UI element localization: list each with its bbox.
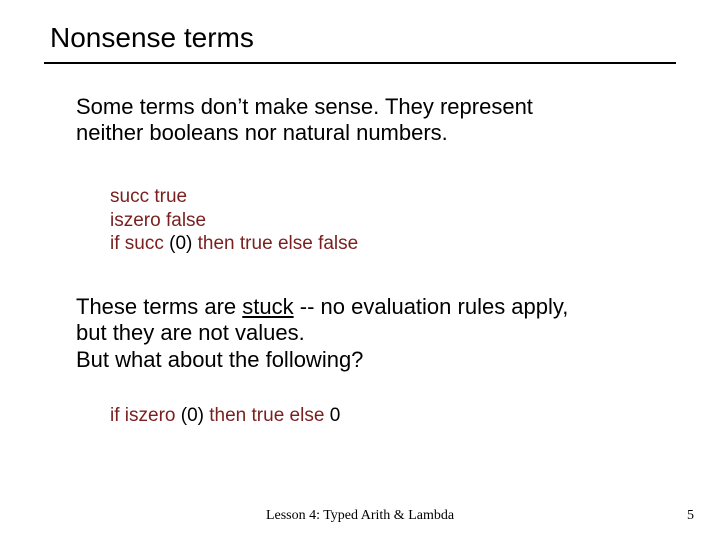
kw-true: true — [154, 186, 187, 207]
para-1-line-1: Some terms don’t make sense. They repres… — [76, 94, 533, 119]
para-2-line-3: But what about the following? — [76, 347, 363, 372]
kw-else: else — [278, 233, 313, 254]
slide: Nonsense terms Some terms don’t make sen… — [0, 0, 720, 540]
slide-title: Nonsense terms — [50, 22, 254, 54]
kw-false: false — [166, 210, 206, 231]
txt-zero: 0 — [330, 405, 341, 426]
title-rule — [44, 62, 676, 64]
footer-page-number: 5 — [687, 508, 694, 524]
kw-true-2: true — [240, 233, 273, 254]
code-line-2: iszero false — [110, 209, 666, 233]
code2-line-1: if iszero (0) then true else 0 — [110, 405, 666, 428]
kw-false-2: false — [318, 233, 358, 254]
kw-if-2: if — [110, 405, 120, 426]
para-2-line-2: but they are not values. — [76, 320, 305, 345]
kw-else-2: else — [290, 405, 325, 426]
para-1: Some terms don’t make sense. They repres… — [76, 94, 666, 147]
kw-if: if — [110, 233, 120, 254]
kw-then: then — [198, 233, 235, 254]
word-stuck: stuck — [242, 294, 293, 319]
para-2-line-1-post: -- no evaluation rules apply, — [294, 294, 569, 319]
code-block-1: succ true iszero false if succ (0) then … — [110, 185, 666, 256]
txt-zero-paren-2: (0) — [181, 405, 210, 426]
code-line-3: if succ (0) then true else false — [110, 232, 666, 256]
code-line-1: succ true — [110, 185, 666, 209]
txt-zero-paren: (0) — [169, 233, 198, 254]
para-1-line-2: neither booleans nor natural numbers. — [76, 120, 448, 145]
kw-then-2: then — [209, 405, 246, 426]
kw-iszero: iszero — [110, 210, 161, 231]
footer-lesson: Lesson 4: Typed Arith & Lambda — [0, 508, 720, 524]
kw-succ: succ — [110, 186, 149, 207]
code-block-2: if iszero (0) then true else 0 — [110, 405, 666, 428]
kw-iszero-2: iszero — [125, 405, 176, 426]
para-2-line-1-pre: These terms are — [76, 294, 242, 319]
slide-body: Some terms don’t make sense. They repres… — [76, 94, 666, 428]
kw-succ-2: succ — [125, 233, 164, 254]
kw-true-3: true — [252, 405, 285, 426]
para-2: These terms are stuck -- no evaluation r… — [76, 294, 666, 373]
